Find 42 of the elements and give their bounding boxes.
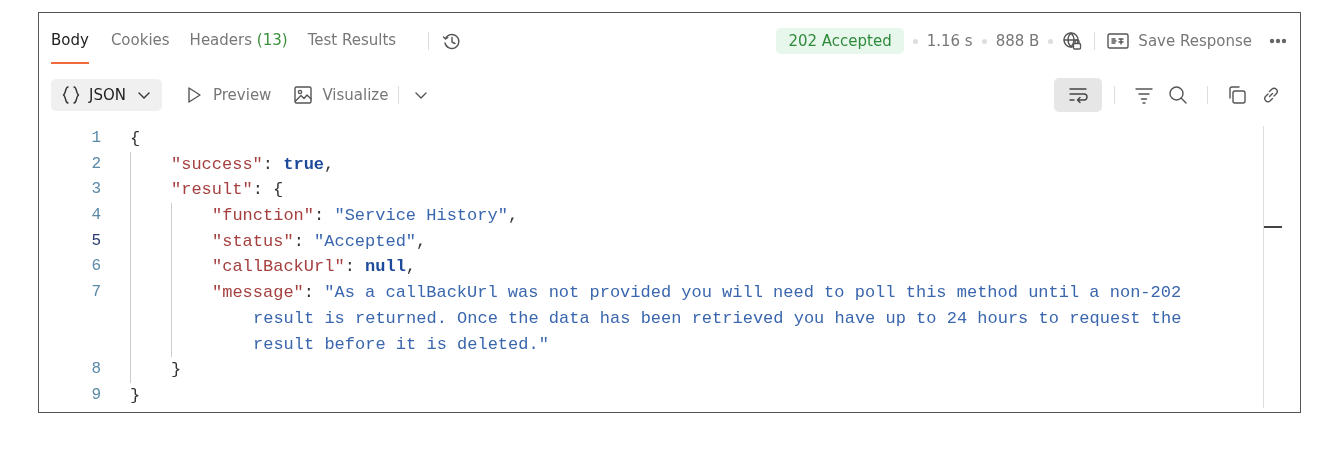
- code-line: "message": "As a callBackUrl was not provided you will need to poll this method until a non-202: [212, 282, 1182, 305]
- line-number: 3: [90, 179, 101, 201]
- code-line: result is returned. Once the data has been retrieved you have up to 24 hours to request the: [253, 307, 1182, 330]
- history-icon[interactable]: [441, 31, 462, 51]
- visualize-button[interactable]: Visualize: [293, 85, 389, 105]
- code-line: "callBackUrl": null,: [212, 256, 417, 279]
- tab[interactable]: Body: [51, 18, 89, 64]
- code-line: {: [130, 128, 141, 150]
- code-line: "result": {: [171, 179, 284, 202]
- globe-lock-icon[interactable]: [1062, 31, 1083, 51]
- preview-button[interactable]: Preview: [184, 85, 272, 105]
- word-wrap-icon: [1068, 85, 1088, 105]
- response-time: 1.16 s: [926, 32, 973, 50]
- link-icon[interactable]: [1261, 85, 1281, 105]
- line-number: 1: [90, 128, 101, 149]
- code-line: result before it is deleted.": [253, 333, 549, 356]
- code-line: "success": true,: [171, 153, 335, 176]
- line-number: 4: [90, 205, 101, 227]
- save-response-button[interactable]: Save Response: [1107, 31, 1252, 51]
- line-number: 7: [90, 282, 101, 304]
- line-number: 5: [90, 230, 101, 252]
- code-line: }: [130, 384, 141, 407]
- tab[interactable]: Cookies: [110, 18, 170, 64]
- filter-icon[interactable]: [1134, 85, 1154, 105]
- tab[interactable]: Headers (13): [189, 18, 288, 64]
- line-number: 8: [90, 359, 101, 381]
- image-icon: [293, 85, 314, 105]
- braces-icon: [61, 85, 81, 105]
- line-number: 2: [90, 153, 101, 175]
- tab[interactable]: Test Results: [307, 18, 397, 64]
- format-dropdown[interactable]: JSON: [51, 79, 162, 111]
- word-wrap-button[interactable]: [1054, 78, 1102, 112]
- line-number: 9: [90, 384, 101, 406]
- copy-icon[interactable]: [1227, 85, 1247, 105]
- eg-icon: [1107, 31, 1130, 51]
- line-number: 6: [90, 256, 101, 278]
- code-line: "function": "Service History",: [212, 205, 519, 228]
- code-line: }: [171, 359, 182, 382]
- status-badge: 202 Accepted: [776, 28, 904, 54]
- search-icon[interactable]: [1168, 85, 1188, 105]
- response-size: 888 B: [995, 32, 1040, 50]
- code-line: "status": "Accepted",: [212, 230, 427, 253]
